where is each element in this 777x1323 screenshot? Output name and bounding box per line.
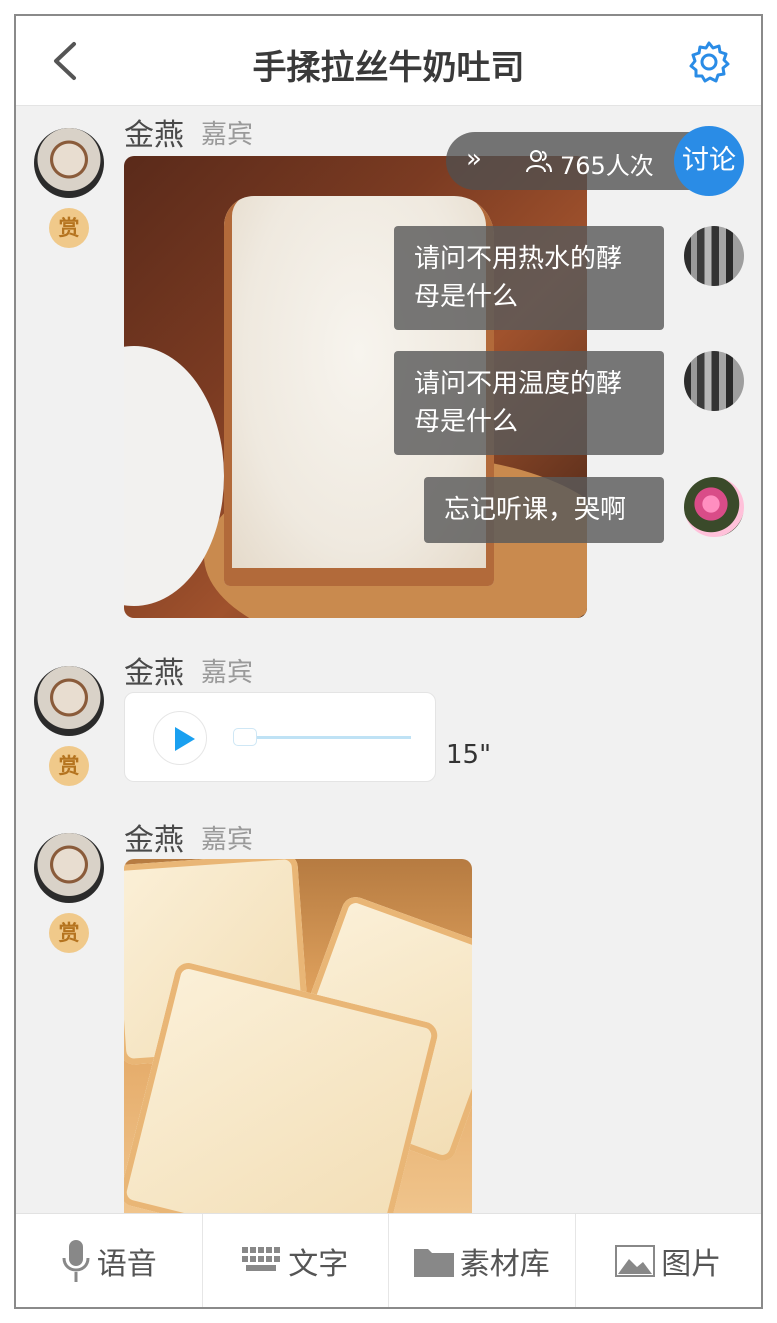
comment-bubble: 请问不用热水的酵母是什么 <box>394 226 664 330</box>
audio-progress-knob[interactable] <box>233 728 257 746</box>
audio-message[interactable] <box>124 692 436 782</box>
author-name: 金燕 <box>124 823 184 858</box>
image-icon <box>615 1244 656 1277</box>
collapse-icon[interactable]: » <box>466 144 482 174</box>
library-label: 素材库 <box>459 1246 550 1282</box>
play-icon[interactable] <box>153 711 207 765</box>
author-role: 嘉宾 <box>201 825 254 855</box>
author-name: 金燕 <box>124 656 184 691</box>
author-role: 嘉宾 <box>201 658 254 688</box>
discuss-button[interactable]: 讨论 <box>674 126 744 196</box>
people-icon <box>526 150 552 173</box>
app-frame: 手揉拉丝牛奶吐司 赏 金燕 嘉宾 赏 金燕 嘉宾 15" 赏 金燕 嘉宾 » 7… <box>14 14 763 1309</box>
library-button[interactable]: 素材库 <box>389 1214 576 1307</box>
bottom-toolbar: 语音 文字 素材库 图片 <box>16 1213 761 1307</box>
text-label: 文字 <box>288 1246 349 1282</box>
voice-label: 语音 <box>96 1246 157 1282</box>
bread-photo[interactable] <box>124 859 472 1219</box>
reward-badge[interactable]: 赏 <box>49 208 89 248</box>
viewer-count: 765人次 <box>560 152 654 180</box>
picture-button[interactable]: 图片 <box>576 1214 762 1307</box>
gear-icon[interactable] <box>687 40 731 84</box>
reward-badge[interactable]: 赏 <box>49 913 89 953</box>
author-name: 金燕 <box>124 118 184 153</box>
page-title: 手揉拉丝牛奶吐司 <box>252 48 525 88</box>
folder-icon <box>413 1248 454 1277</box>
audio-duration: 15" <box>446 740 492 770</box>
voice-button[interactable]: 语音 <box>16 1214 203 1307</box>
commenter-avatar[interactable] <box>684 351 744 411</box>
microphone-icon <box>62 1239 90 1282</box>
reward-badge[interactable]: 赏 <box>49 746 89 786</box>
commenter-avatar[interactable] <box>684 477 744 537</box>
commenter-avatar[interactable] <box>684 226 744 286</box>
comment-bubble: 请问不用温度的酵母是什么 <box>394 351 664 455</box>
audio-progress-track[interactable] <box>235 736 411 739</box>
avatar[interactable] <box>34 666 104 736</box>
comment-bubble: 忘记听课，哭啊 <box>424 477 664 543</box>
picture-label: 图片 <box>661 1246 722 1282</box>
avatar[interactable] <box>34 833 104 903</box>
header-bar: 手揉拉丝牛奶吐司 <box>16 16 761 106</box>
text-button[interactable]: 文字 <box>203 1214 389 1307</box>
keyboard-icon <box>242 1246 281 1271</box>
avatar[interactable] <box>34 128 104 198</box>
author-role: 嘉宾 <box>201 120 254 150</box>
